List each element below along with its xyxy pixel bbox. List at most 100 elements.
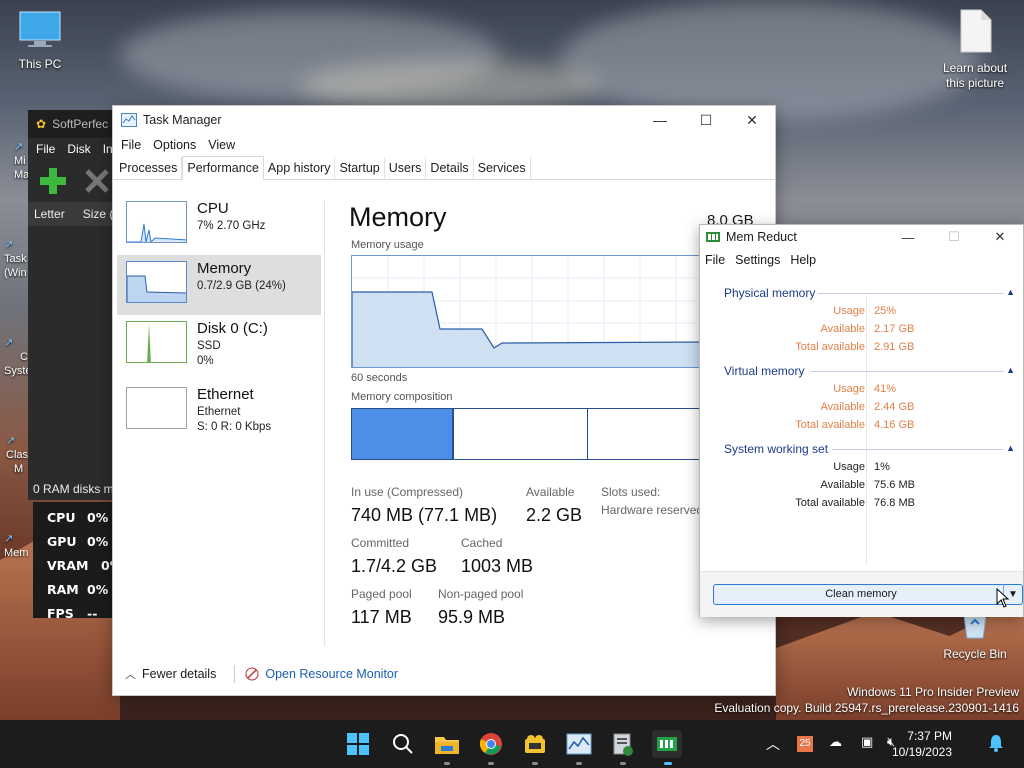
- stat-label: Committed: [351, 536, 410, 550]
- sidebar-item-detail: S: 0 R: 0 Kbps: [197, 421, 272, 433]
- clock[interactable]: 7:37 PM 10/19/2023: [892, 728, 952, 760]
- memory-usage-graph: [351, 255, 711, 368]
- running-indicator: [620, 762, 626, 765]
- sidebar-item-disk[interactable]: Disk 0 (C:) SSD 0%: [117, 315, 321, 375]
- start-icon[interactable]: [344, 730, 372, 758]
- partial-label: M: [14, 463, 24, 475]
- open-resource-monitor-link[interactable]: Open Resource Monitor: [265, 667, 398, 681]
- menubar: File Options View: [113, 134, 775, 156]
- group-rule: [810, 371, 1004, 372]
- chevron-up-icon[interactable]: ▲: [1006, 365, 1015, 375]
- desktop-partial-labels: ↗ Mem: [4, 532, 28, 560]
- partial-label: Clas: [6, 449, 29, 461]
- softperfect-app-icon: ✿: [36, 117, 47, 131]
- clock-time: 7:37 PM: [907, 729, 952, 743]
- desktop-icon-this-pc[interactable]: This PC: [0, 10, 80, 72]
- sidebar-item-detail: 0%: [197, 355, 214, 367]
- mem-reduct-tray-app-icon[interactable]: [609, 730, 637, 758]
- document-icon: [960, 9, 992, 53]
- stat-paged-pool: 117 MB: [351, 607, 412, 627]
- group-virtual-memory[interactable]: Virtual memory: [724, 364, 804, 378]
- column-size[interactable]: Size (: [83, 207, 114, 221]
- stat-label: Cached: [461, 536, 503, 550]
- partial-label: Task: [4, 253, 27, 265]
- partial-label: Mi: [14, 155, 26, 167]
- menu-options[interactable]: Options: [147, 138, 202, 152]
- task-manager-icon: [121, 113, 137, 127]
- menu-file[interactable]: File: [36, 142, 55, 156]
- osd-app-icon[interactable]: [652, 730, 682, 758]
- chevron-up-icon[interactable]: ︿: [125, 666, 136, 682]
- group-physical-memory[interactable]: Physical memory: [724, 286, 815, 300]
- maximize-icon[interactable]: ☐: [683, 106, 729, 134]
- search-icon[interactable]: [389, 730, 417, 758]
- list-item: Total available 4.16 GB: [795, 419, 915, 431]
- tab-services[interactable]: Services: [474, 157, 531, 179]
- menu-file[interactable]: File: [700, 253, 730, 267]
- softperfect-window: ✿ SoftPerfec File Disk In Letter Size ( …: [28, 110, 118, 500]
- desktop-icon-learn-picture[interactable]: Learn about this picture: [935, 8, 1015, 91]
- clock-date: 10/19/2023: [891, 745, 952, 759]
- sidebar-item-name: Ethernet: [197, 386, 254, 403]
- chrome-icon[interactable]: [477, 730, 505, 758]
- overlay-value: 0%: [87, 534, 109, 549]
- running-indicator: [576, 762, 582, 765]
- group-system-working-set[interactable]: System working set: [724, 442, 828, 456]
- chevron-up-icon[interactable]: ︿: [766, 734, 780, 754]
- minimize-icon[interactable]: —: [637, 106, 683, 134]
- sidebar-item-ethernet[interactable]: Ethernet Ethernet S: 0 R: 0 Kbps: [117, 381, 321, 441]
- watermark-line: Windows 11 Pro Insider Preview: [847, 685, 1019, 699]
- task-manager-icon[interactable]: [565, 730, 593, 758]
- desktop-icon-label: This PC: [18, 57, 62, 71]
- overlay-key: RAM: [47, 582, 79, 597]
- tab-users[interactable]: Users: [385, 157, 427, 179]
- desktop-icon-label: Learn about this picture: [942, 61, 1008, 90]
- tab-details[interactable]: Details: [426, 157, 474, 179]
- ethernet-thumbnail-graph: [126, 387, 187, 429]
- sidebar-item-detail: 7% 2.70 GHz: [197, 220, 266, 232]
- softperfect-status: 0 RAM disks m: [28, 478, 118, 500]
- chevron-up-icon[interactable]: ▲: [1006, 443, 1015, 453]
- arrow-icon: ↗: [6, 435, 16, 447]
- softperfect-titlebar[interactable]: ✿ SoftPerfec: [28, 110, 118, 138]
- add-disk-icon[interactable]: [38, 166, 68, 196]
- panel-title: Memory: [349, 202, 447, 232]
- tab-app-history[interactable]: App history: [264, 157, 336, 179]
- file-explorer-icon[interactable]: [433, 730, 461, 758]
- menu-settings[interactable]: Settings: [730, 253, 785, 267]
- desktop-icon-label: Recycle Bin: [943, 647, 1007, 661]
- menu-view[interactable]: View: [202, 138, 241, 152]
- sidebar-item-memory[interactable]: Memory 0.7/2.9 GB (24%): [117, 255, 321, 315]
- tab-startup[interactable]: Startup: [335, 157, 385, 179]
- close-icon[interactable]: ✕: [729, 106, 775, 134]
- list-item: Usage 41%: [833, 383, 897, 395]
- list-item: Usage 1%: [833, 461, 890, 473]
- close-icon[interactable]: ✕: [977, 225, 1023, 249]
- tab-processes[interactable]: Processes: [115, 157, 183, 179]
- desktop-icon-recycle-bin[interactable]: Recycle Bin: [935, 610, 1015, 662]
- cloud-sync-icon[interactable]: ☁: [829, 734, 842, 750]
- list-item: Total available 2.91 GB: [795, 341, 915, 353]
- arrow-icon: ↗: [4, 239, 14, 251]
- menu-file[interactable]: File: [115, 138, 147, 152]
- stat-label: Hardware reserved:: [601, 503, 707, 517]
- column-letter[interactable]: Letter: [34, 207, 65, 221]
- remove-disk-icon[interactable]: [82, 166, 112, 196]
- stat-label: Slots used:: [601, 485, 661, 499]
- cloud-decoration: [300, 60, 600, 110]
- chevron-up-icon[interactable]: ▲: [1006, 287, 1015, 297]
- sidebar-item-cpu[interactable]: CPU 7% 2.70 GHz: [117, 195, 321, 255]
- menu-disk[interactable]: Disk: [67, 142, 90, 156]
- notification-bell-icon[interactable]: [988, 734, 1004, 755]
- mem-reduct-window: Mem Reduct — ☐ ✕ File Settings Help Phys…: [699, 224, 1024, 617]
- tray-badge[interactable]: 25: [797, 736, 813, 752]
- minimize-icon[interactable]: —: [885, 225, 931, 249]
- display-icon[interactable]: ▣: [861, 734, 873, 750]
- fewer-details-link[interactable]: Fewer details: [142, 667, 216, 681]
- softperfect-list-header: Letter Size (: [28, 202, 118, 226]
- softperfect-icon[interactable]: [521, 730, 549, 758]
- clean-memory-button[interactable]: Clean memory: [713, 584, 1009, 605]
- memory-thumbnail-graph: [126, 261, 187, 303]
- tab-performance[interactable]: Performance: [182, 156, 264, 180]
- menu-help[interactable]: Help: [785, 253, 821, 267]
